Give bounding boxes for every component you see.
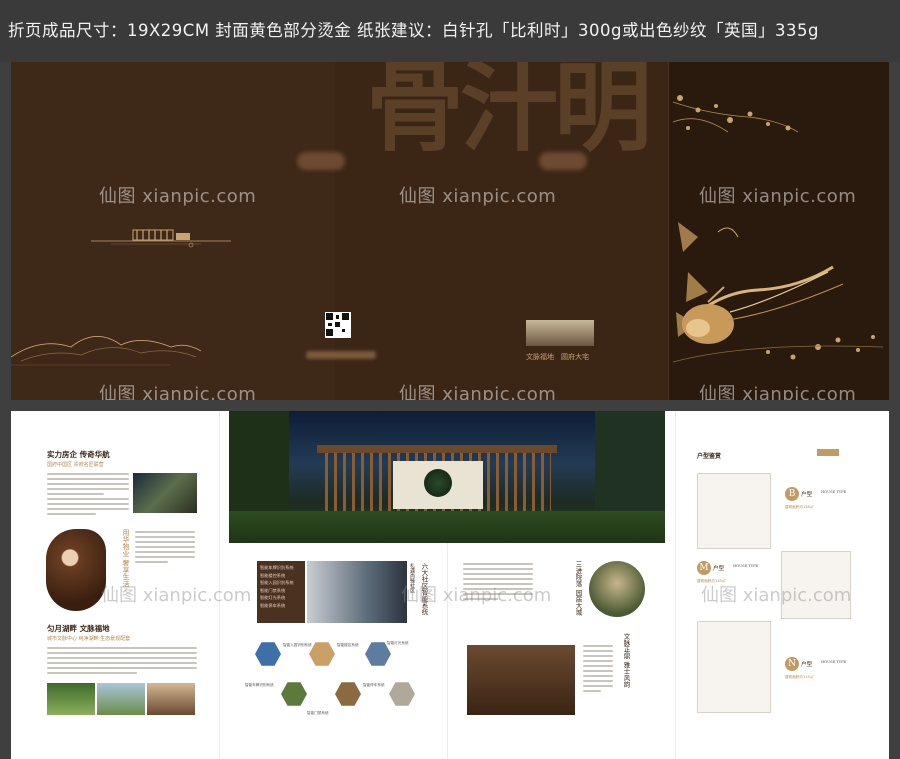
section1-body	[47, 473, 129, 518]
hex-label: 智能灯光系统	[387, 641, 409, 645]
plan-name-b: 户型	[801, 492, 813, 498]
menu-item: 智能车牌识别系统	[260, 565, 294, 570]
plan-letter-n: N	[785, 657, 799, 671]
hex-label: 智能停车系统	[363, 683, 385, 687]
plan-name-m: 户型	[713, 566, 725, 572]
header-accent	[817, 449, 839, 456]
plan-letter-m: M	[697, 561, 711, 575]
floor-plan-n	[697, 621, 771, 713]
pavilion-hero-photo	[229, 411, 665, 543]
house-types-title: 户型鉴赏	[697, 453, 722, 460]
courtyard-round-photo	[589, 561, 645, 617]
menu-item: 智能楼控系统	[260, 572, 286, 578]
hex-photo	[255, 642, 281, 666]
cover-spread: 骨汁明 文脉福地 圆府大宅 仙图 xianpic.com 仙图 xianpic.…	[11, 62, 889, 400]
menu-item: 智能门禁系统	[260, 587, 286, 593]
culture-body	[583, 645, 613, 695]
plan-letter-b: B	[785, 487, 799, 501]
spec-bar: 折页成品尺寸：19X29CM 封面黄色部分烫金 纸张建议：白针孔「比利时」300…	[0, 0, 900, 62]
vertical-culture: 文脉正鼎 雅士风韵	[622, 633, 630, 688]
cover-tagline: 文脉福地 圆府大宅	[526, 353, 589, 361]
businessman-photo	[307, 561, 407, 623]
hex-photo	[389, 682, 415, 706]
hex-label: 智能车牌识别系统	[245, 683, 274, 687]
section2-body	[47, 647, 197, 677]
hex-label: 智能门禁系统	[307, 711, 329, 715]
watermark-6: 仙图 xianpic.com	[699, 384, 857, 400]
gold-mountains-illustration	[11, 336, 202, 366]
watermark-4: 仙图 xianpic.com	[99, 384, 257, 400]
lake-photo	[47, 683, 95, 715]
plan-en-m: HOUSE TYPE	[733, 564, 759, 568]
watermark-1: 仙图 xianpic.com	[99, 186, 257, 207]
column-divider	[675, 411, 676, 759]
qr-code	[325, 312, 351, 338]
plan-area-b: 建筑面积约128㎡	[785, 505, 814, 509]
menu-item: 智能入园识别系统	[260, 580, 294, 585]
hex-label: 智能楼控系统	[337, 643, 359, 647]
pheasant-flower-illustration	[672, 95, 884, 363]
taichi-photo	[97, 683, 145, 715]
property-body	[135, 531, 195, 566]
hex-photo	[281, 682, 307, 706]
watermark-7: 仙图 xianpic.com	[101, 585, 252, 606]
butler-photo	[46, 529, 106, 611]
developer-logo	[297, 152, 345, 170]
vertical-courtyard: 三进院落 园居大城	[574, 561, 582, 616]
gold-building-illustration	[91, 229, 231, 248]
hex-photo	[335, 682, 361, 706]
inner-spread: 实力房企 传奇华航 国府中国区 贵府名匠联营 用华物业 奢享生活 匀月湖畔 文脉…	[11, 411, 889, 759]
watermark-5: 仙图 xianpic.com	[399, 384, 557, 400]
section2-subtitle: 城市文脉中心 纯净湖畔 生态景观配套	[47, 636, 131, 642]
watermark-2: 仙图 xianpic.com	[399, 186, 557, 207]
plan-name-n: 户型	[801, 662, 813, 668]
watermark-3: 仙图 xianpic.com	[699, 186, 857, 207]
section1-subtitle: 国府中国区 贵府名匠联营	[47, 462, 104, 468]
watermark-9: 仙图 xianpic.com	[701, 585, 852, 606]
tea-room-photo	[467, 645, 575, 715]
section2-title: 匀月湖畔 文脉福地	[47, 624, 110, 633]
menu-item: 智能停车系统	[260, 602, 286, 608]
family-photo	[147, 683, 195, 715]
hex-photo	[309, 642, 335, 666]
vertical-property-title: 用华物业 奢享生活	[122, 529, 130, 588]
plan-area-n: 建筑面积约115㎡	[785, 675, 814, 679]
watermark-8: 仙图 xianpic.com	[401, 585, 552, 606]
villa-photo	[526, 320, 594, 346]
phone-number-blurred	[306, 351, 376, 359]
project-logo	[539, 152, 587, 170]
section1-title: 实力房企 传奇华航	[47, 450, 110, 459]
aerial-city-photo	[133, 473, 197, 513]
hex-label: 智能入园识别系统	[283, 643, 312, 647]
menu-item: 智能灯光系统	[260, 595, 286, 600]
floor-plan-b	[697, 473, 771, 549]
plan-en-b: HOUSE TYPE	[821, 490, 847, 494]
smart-system-menu: 智能车牌识别系统 智能楼控系统 智能入园识别系统 智能门禁系统 智能灯光系统 智…	[257, 561, 305, 623]
plan-en-n: HOUSE TYPE	[821, 660, 847, 664]
cover-big-title: 骨汁明	[365, 62, 652, 165]
